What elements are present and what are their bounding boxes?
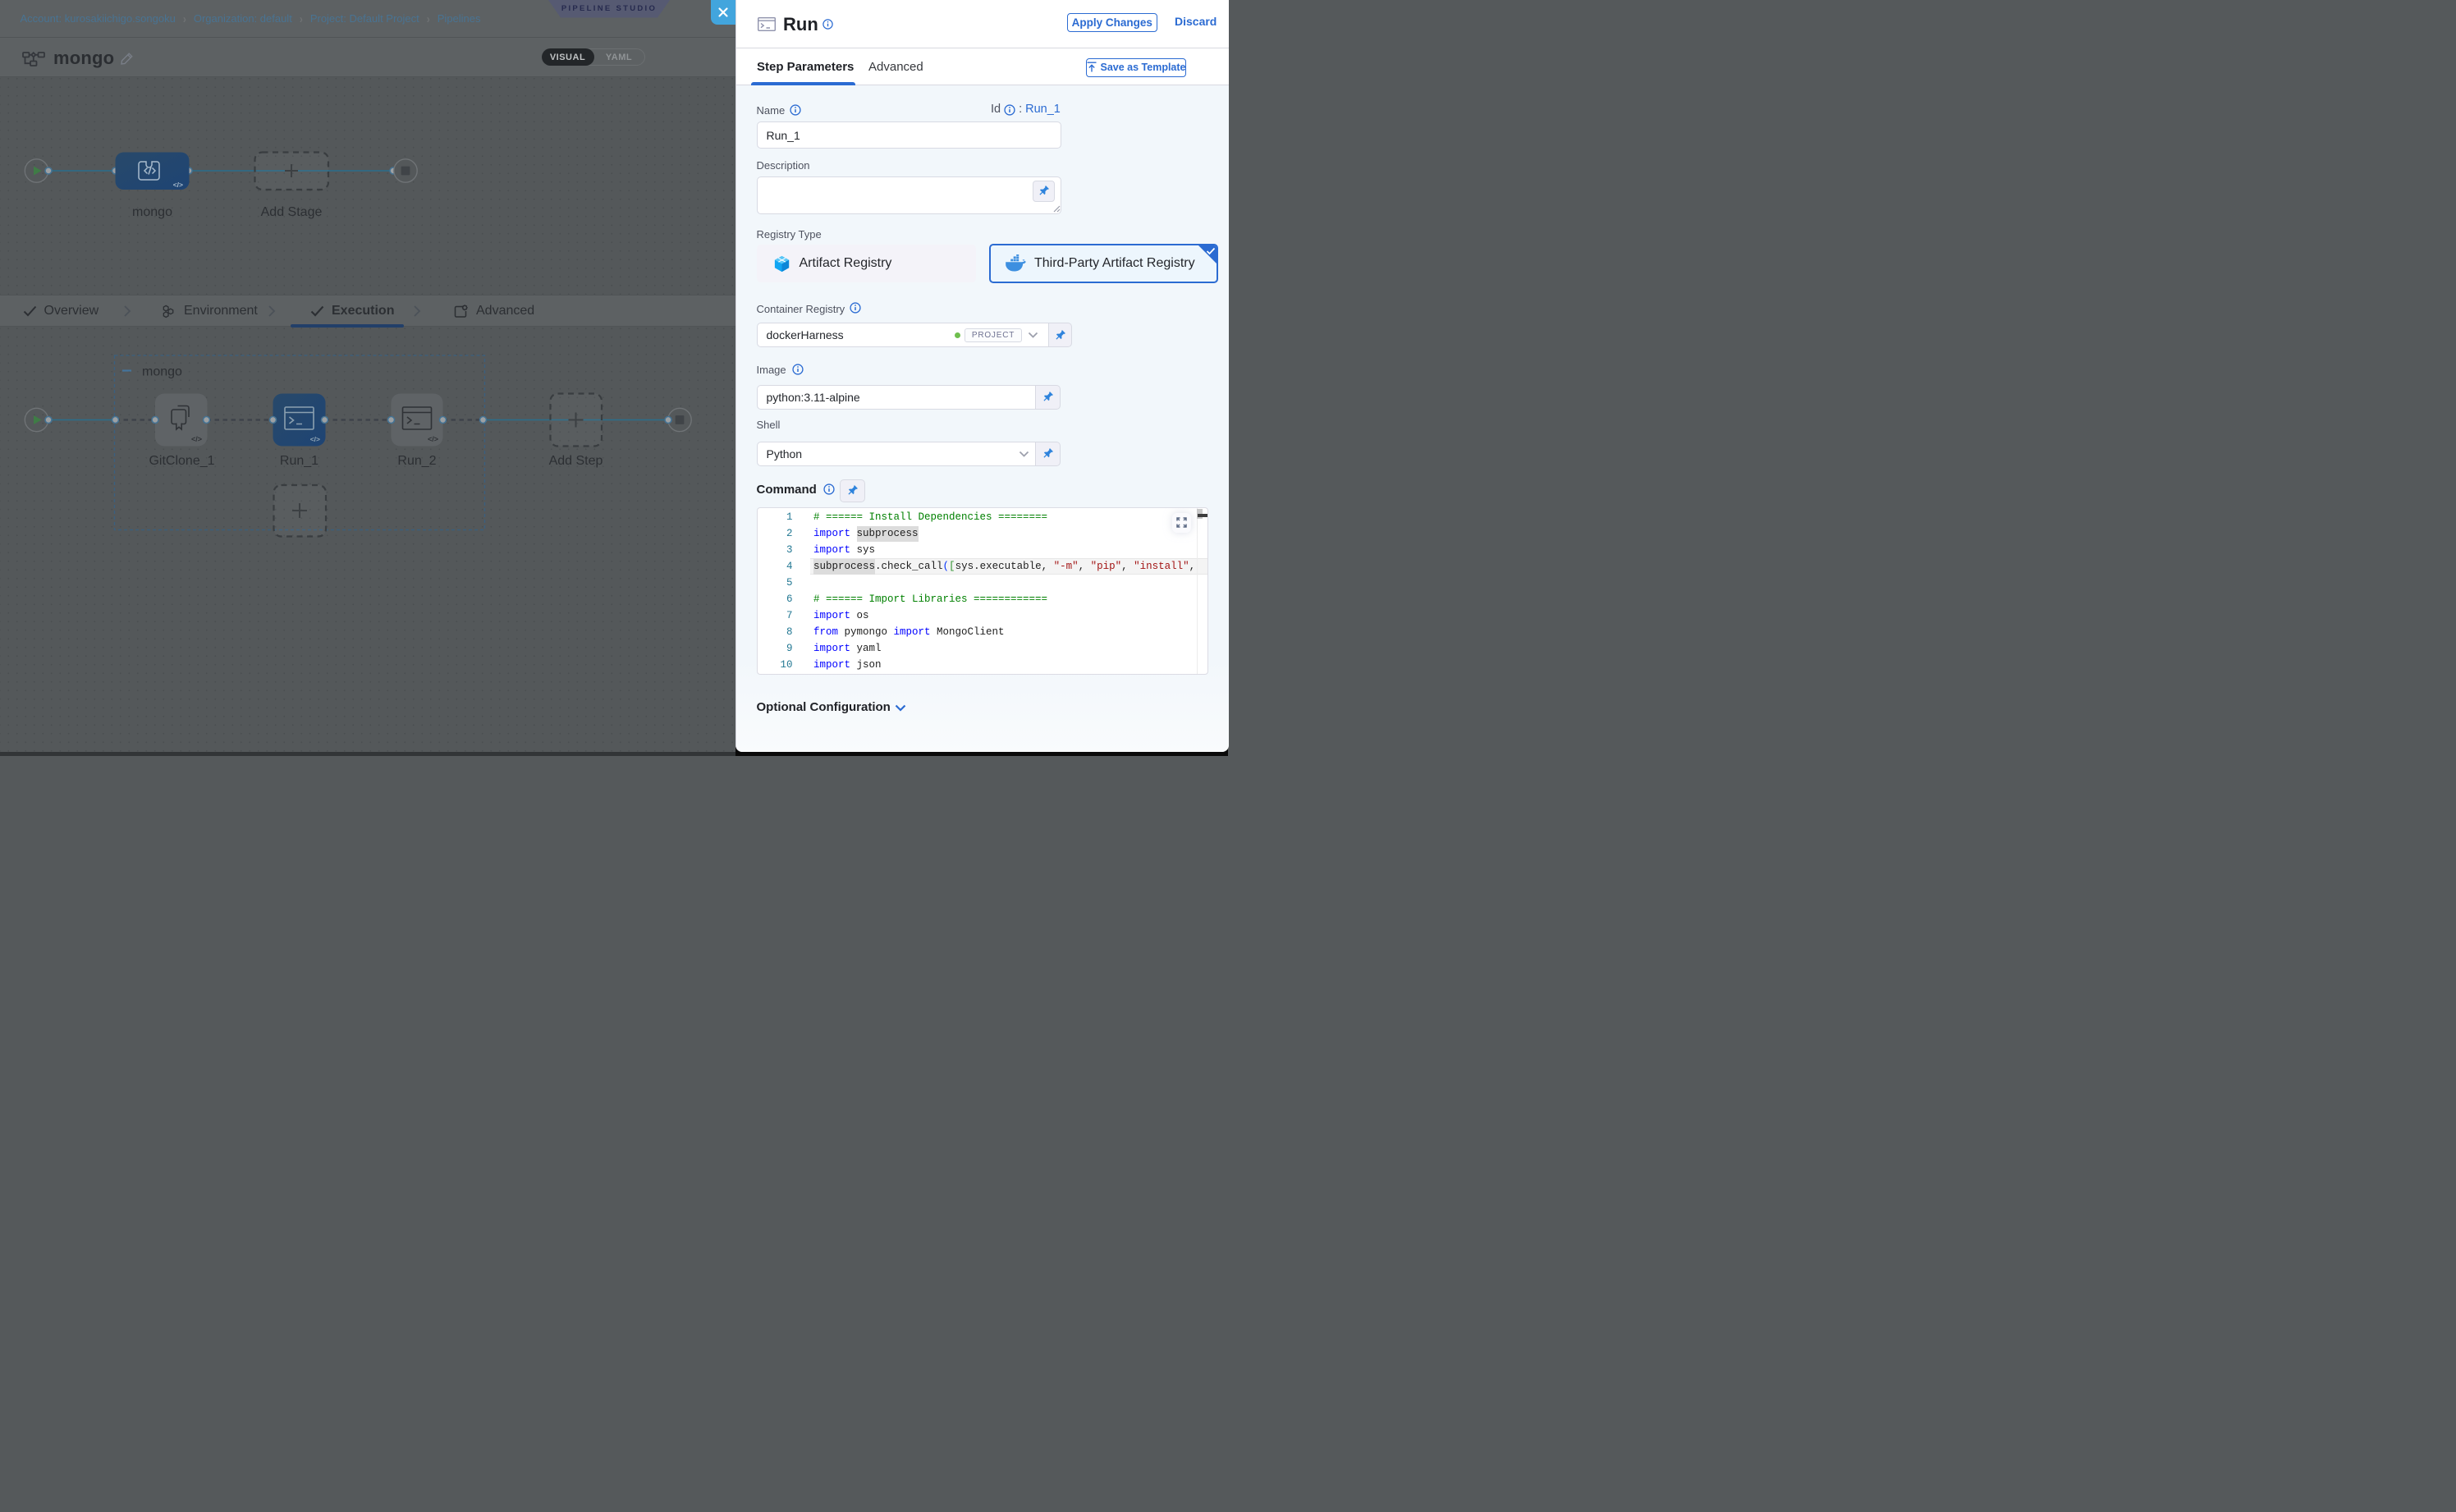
svg-text:</>: </> [310, 435, 320, 443]
svg-text:mongo: mongo [142, 364, 182, 378]
svg-text:</>: </> [173, 181, 183, 189]
svg-text:</>: </> [428, 435, 438, 443]
svg-text:</>: </> [191, 435, 202, 443]
